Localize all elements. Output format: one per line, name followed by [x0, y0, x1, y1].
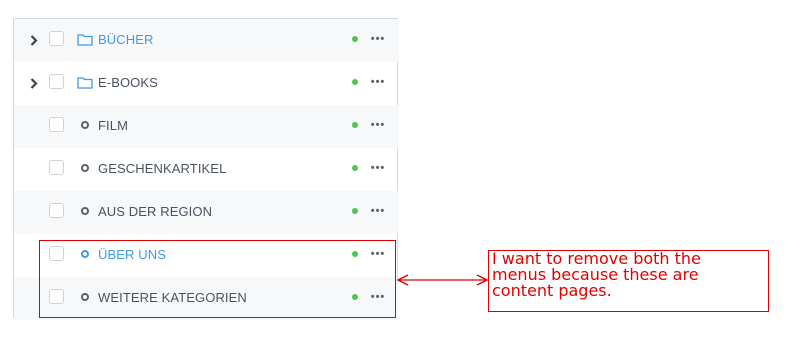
annotation-line: content pages.	[492, 281, 612, 300]
row-label[interactable]: GESCHENKARTIKEL	[98, 160, 226, 178]
double-arrow-icon	[396, 274, 489, 286]
row-checkbox[interactable]	[49, 203, 64, 218]
folder-icon	[77, 74, 93, 90]
circle-icon	[77, 117, 93, 133]
tree-row-film[interactable]: FILM •••	[14, 105, 399, 148]
status-dot	[352, 165, 358, 171]
more-options-icon[interactable]: •••	[370, 75, 386, 89]
tree-row-aus-der-region[interactable]: AUS DER REGION •••	[14, 191, 399, 234]
row-checkbox[interactable]	[49, 31, 64, 46]
row-checkbox[interactable]	[49, 74, 64, 89]
more-options-icon[interactable]: •••	[370, 204, 386, 218]
folder-icon	[77, 31, 93, 47]
annotation-note: I want to remove both the menus because …	[488, 250, 769, 312]
tree-row-geschenkartikel[interactable]: GESCHENKARTIKEL •••	[14, 148, 399, 191]
row-checkbox[interactable]	[49, 160, 64, 175]
status-dot	[352, 122, 358, 128]
circle-icon	[77, 203, 93, 219]
row-label[interactable]: E-BOOKS	[98, 74, 158, 92]
more-options-icon[interactable]: •••	[370, 32, 386, 46]
chevron-right-icon[interactable]	[28, 74, 40, 92]
row-label[interactable]: FILM	[98, 117, 128, 135]
status-dot	[352, 79, 358, 85]
row-label[interactable]: BÜCHER	[98, 31, 154, 49]
status-dot	[352, 36, 358, 42]
row-checkbox[interactable]	[49, 117, 64, 132]
tree-row-buecher[interactable]: BÜCHER •••	[14, 19, 399, 62]
more-options-icon[interactable]: •••	[370, 161, 386, 175]
row-label[interactable]: AUS DER REGION	[98, 203, 212, 221]
annotation-highlight-box	[39, 240, 396, 318]
circle-icon	[77, 160, 93, 176]
tree-row-ebooks[interactable]: E-BOOKS •••	[14, 62, 399, 105]
more-options-icon[interactable]: •••	[370, 118, 386, 132]
chevron-right-icon[interactable]	[28, 31, 40, 49]
status-dot	[352, 208, 358, 214]
